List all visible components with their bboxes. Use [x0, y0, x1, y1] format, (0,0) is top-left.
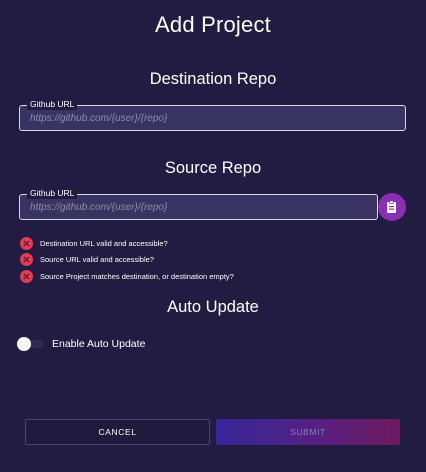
destination-url-field: Github URL [19, 98, 406, 131]
submit-button[interactable]: SUBMIT [216, 419, 400, 445]
source-repo-heading: Source Repo [164, 159, 262, 177]
cancel-button[interactable]: CANCEL [25, 419, 210, 445]
validation-label: Destination URL valid and accessible? [40, 238, 168, 248]
validation-checklist: Destination URL valid and accessible? So… [20, 235, 234, 285]
auto-update-label: Enable Auto Update [52, 338, 146, 350]
error-icon [20, 253, 33, 267]
source-url-input[interactable] [20, 195, 377, 219]
clipboard-paste-icon [387, 200, 396, 213]
destination-url-input[interactable] [20, 106, 405, 130]
error-icon [20, 236, 33, 250]
validation-item: Source URL valid and accessible? [20, 252, 234, 269]
dialog-title: Add Project [155, 12, 271, 37]
error-icon [20, 269, 33, 283]
toggle-knob [17, 337, 31, 351]
validation-item: Source Project matches destination, or d… [20, 268, 234, 285]
destination-repo-heading: Destination Repo [149, 70, 277, 88]
validation-item: Destination URL valid and accessible? [20, 235, 234, 252]
source-url-field: Github URL [19, 187, 378, 220]
validation-label: Source URL valid and accessible? [40, 255, 154, 265]
auto-update-toggle[interactable] [17, 336, 43, 352]
auto-update-heading: Auto Update [167, 298, 259, 316]
paste-url-button[interactable] [378, 193, 406, 221]
validation-label: Source Project matches destination, or d… [40, 271, 234, 281]
